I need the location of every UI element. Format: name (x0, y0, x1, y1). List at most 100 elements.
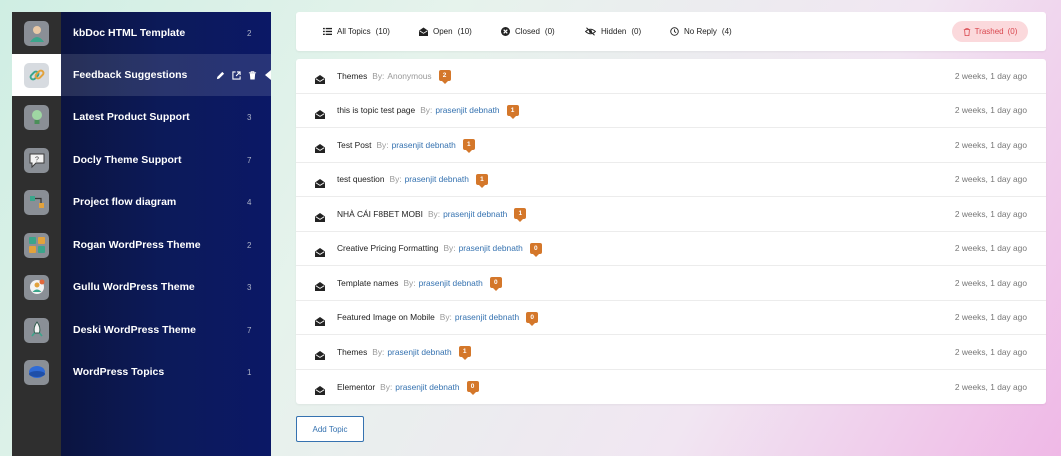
tab-trashed[interactable]: Trashed (0) (952, 21, 1028, 42)
topic-row[interactable]: this is topic test page By: prasenjit debn… (296, 94, 1046, 128)
sidebar-item-count: 3 (247, 112, 252, 122)
sidebar-item[interactable]: kbDoc HTML Template 2 (12, 12, 271, 54)
topic-by-label: By: (427, 208, 441, 219)
tab-open[interactable]: Open (10) (419, 12, 472, 51)
topic-title-line: Test Post By: prasenjit debnath 1 (337, 139, 475, 154)
topic-author[interactable]: prasenjit debnath (419, 278, 483, 288)
topic-title[interactable]: test question (337, 174, 385, 184)
eye-slash-icon (585, 27, 596, 36)
topic-by-label: By: (372, 346, 385, 357)
reply-count-badge: 0 (526, 311, 539, 326)
topic-title[interactable]: Creative Pricing Formatting (337, 243, 438, 253)
topic-title[interactable]: Elementor (337, 382, 375, 392)
topic-row[interactable]: Themes By: Anonymous 2 2 weeks, 1 day ago (296, 59, 1046, 94)
tab-label: Open (433, 27, 453, 36)
topic-row[interactable]: Test Post By: prasenjit debnath 1 2 weeks, 1… (296, 128, 1046, 163)
external-link-icon[interactable] (232, 70, 241, 80)
topic-title-line: Creative Pricing Formatting By: prasenjit … (337, 242, 542, 257)
sidebar-item-icon-cell: ? (12, 139, 61, 181)
sidebar-item[interactable]: Feedback Suggestions (12, 54, 271, 96)
close-circle-icon (501, 27, 510, 36)
tab-count: (4) (721, 27, 732, 36)
sidebar-item-label: WordPress Topics (73, 366, 165, 378)
sidebar-item[interactable]: ? Docly Theme Support 7 (12, 139, 271, 181)
add-topic-button[interactable]: Add Topic (296, 416, 364, 442)
filter-tabs: All Topics (10) Open (10) Closed (0) Hid… (296, 12, 1046, 51)
sidebar-item-label: Docly Theme Support (73, 154, 182, 166)
topic-row[interactable]: NHÀ CÁI F8BET MOBI By: prasenjit debnath 1 2… (296, 197, 1046, 232)
trash-icon (963, 27, 970, 36)
topic-timestamp: 2 weeks, 1 day ago (954, 70, 1027, 81)
sidebar-item[interactable]: Project flow diagram 4 (12, 181, 271, 223)
tab-hidden[interactable]: Hidden (0) (585, 12, 641, 51)
tab-label: Trashed (974, 27, 1004, 36)
topic-row[interactable]: Creative Pricing Formatting By: prasenjit … (296, 232, 1046, 266)
topic-title-line: Template names By: prasenjit debnath 0 (337, 277, 502, 292)
sidebar-item-count: 2 (247, 28, 252, 38)
topic-title[interactable]: Featured Image on Mobile (337, 312, 435, 322)
edit-icon[interactable] (216, 71, 225, 80)
topic-author[interactable]: prasenjit debnath (395, 382, 459, 392)
tab-count: (0) (1007, 27, 1018, 36)
topic-row[interactable]: Themes By: prasenjit debnath 1 2 weeks, 1 da… (296, 335, 1046, 370)
topic-author[interactable]: prasenjit debnath (392, 140, 456, 150)
sidebar-item[interactable]: Latest Product Support 3 (12, 96, 271, 138)
topic-author[interactable]: prasenjit debnath (443, 209, 507, 219)
lightbulb-icon (24, 104, 49, 130)
topic-list: Themes By: Anonymous 2 2 weeks, 1 day ago thi… (296, 59, 1046, 404)
envelope-open-icon (315, 209, 325, 222)
topic-row[interactable]: Template names By: prasenjit debnath 0 2 wee… (296, 266, 1046, 301)
envelope-open-icon (315, 313, 325, 326)
topic-author[interactable]: prasenjit debnath (455, 312, 519, 322)
topic-title[interactable]: NHÀ CÁI F8BET MOBI (337, 209, 423, 219)
topic-row[interactable]: test question By: prasenjit debnath 1 2 week… (296, 163, 1046, 197)
topic-by-label: By: (372, 70, 385, 81)
topic-title[interactable]: this is topic test page (337, 105, 415, 115)
sidebar-item-count: 4 (247, 197, 252, 207)
envelope-open-icon (315, 106, 325, 119)
person-icon (24, 20, 49, 46)
topic-timestamp: 2 weeks, 1 day ago (954, 346, 1027, 357)
topic-author[interactable]: prasenjit debnath (435, 105, 499, 115)
topic-title-line: NHÀ CÁI F8BET MOBI By: prasenjit debnath 1 (337, 208, 527, 223)
topic-title[interactable]: Themes (337, 347, 367, 357)
envelope-open-icon (419, 27, 428, 36)
sidebar-item-count: 1 (247, 367, 252, 377)
rocket-icon (24, 317, 49, 343)
topic-author[interactable]: prasenjit debnath (405, 174, 469, 184)
topic-author[interactable]: prasenjit debnath (459, 243, 523, 253)
topic-title[interactable]: Themes (337, 71, 367, 81)
topic-row[interactable]: Featured Image on Mobile By: prasenjit deb… (296, 301, 1046, 335)
tab-closed[interactable]: Closed (0) (501, 12, 555, 51)
tab-label: All Topics (337, 27, 371, 36)
sidebar-item-icon-cell (12, 12, 61, 54)
sidebar-item-icon-cell (12, 54, 61, 96)
envelope-open-icon (315, 382, 325, 395)
topic-title-line: this is topic test page By: prasenjit debn… (337, 104, 519, 119)
topic-title[interactable]: Test Post (337, 140, 371, 150)
sidebar-item[interactable]: Gullu WordPress Theme 3 (12, 266, 271, 308)
sidebar-item[interactable]: Rogan WordPress Theme 2 (12, 224, 271, 266)
topic-author[interactable]: prasenjit debnath (387, 347, 451, 357)
tab-all-topics[interactable]: All Topics (10) (323, 12, 390, 51)
topic-title[interactable]: Template names (337, 278, 398, 288)
help-bubble-icon: ? (24, 147, 49, 173)
topic-title-line: Elementor By: prasenjit debnath 0 (337, 381, 479, 396)
tab-no-reply[interactable]: No Reply (4) (670, 12, 732, 51)
reply-count-badge: 0 (489, 277, 502, 292)
sidebar-item[interactable]: WordPress Topics 1 (12, 351, 271, 393)
topic-title-line: test question By: prasenjit debnath 1 (337, 173, 488, 188)
topic-timestamp: 2 weeks, 1 day ago (954, 174, 1027, 185)
list-icon (323, 27, 332, 36)
tab-label: Hidden (601, 27, 627, 36)
grid-icon (24, 232, 49, 258)
sidebar-item-icon-cell (12, 224, 61, 266)
trash-icon[interactable] (248, 70, 257, 80)
topic-row[interactable]: Elementor By: prasenjit debnath 0 2 weeks, 1… (296, 370, 1046, 405)
sidebar-item-label: Project flow diagram (73, 196, 177, 208)
topic-by-label: By: (389, 174, 402, 185)
sidebar-item[interactable]: Deski WordPress Theme 7 (12, 309, 271, 351)
topic-by-label: By: (380, 381, 393, 392)
sidebar-item-icon-cell (12, 351, 61, 393)
envelope-open-icon (315, 244, 325, 257)
